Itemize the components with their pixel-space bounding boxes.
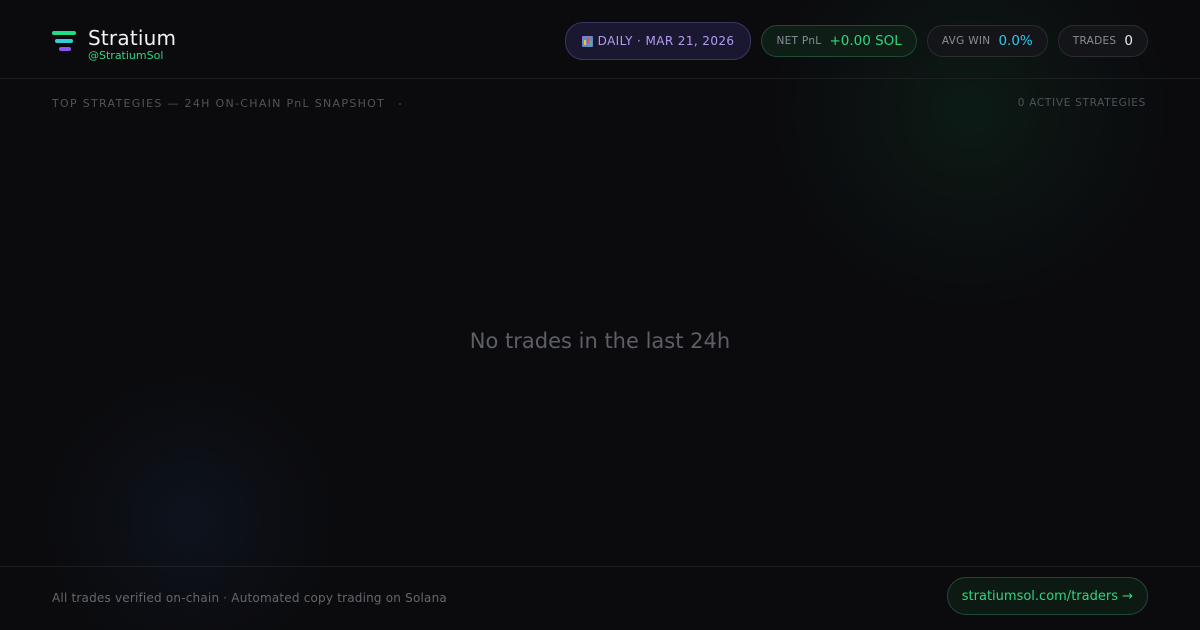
brand-text: Stratium @StratiumSol xyxy=(88,27,176,62)
footer-note: All trades verified on-chain · Automated… xyxy=(52,591,447,605)
avg-win-value: 0.0% xyxy=(998,33,1033,49)
net-pnl-label: NET PnL xyxy=(776,35,822,47)
avg-win-pill: AVG WIN 0.0% xyxy=(926,25,1048,57)
date-pill-text: DAILY · MAR 21, 2026 xyxy=(597,34,735,48)
section-title-text: TOP STRATEGIES — 24H ON-CHAIN PnL SNAPSH… xyxy=(52,96,386,110)
footer: All trades verified on-chain · Automated… xyxy=(0,566,1200,630)
net-pnl-pill: NET PnL +0.00 SOL xyxy=(761,25,917,57)
date-pill: DAILY · MAR 21, 2026 xyxy=(564,22,752,60)
trades-label: TRADES xyxy=(1072,35,1117,47)
stats-pills: DAILY · MAR 21, 2026 NET PnL +0.00 SOL A… xyxy=(555,22,1148,60)
logo-bar-middle xyxy=(55,39,73,43)
trades-value: 0 xyxy=(1124,33,1133,49)
traders-link[interactable]: stratiumsol.com/traders → xyxy=(946,577,1148,615)
trades-pill: TRADES 0 xyxy=(1057,25,1148,57)
brand-handle: @StratiumSol xyxy=(88,49,164,62)
snapshot-card: Stratium @StratiumSol DAILY · MAR 21, 20… xyxy=(0,0,1200,630)
net-pnl-value: +0.00 SOL xyxy=(829,33,902,49)
header: Stratium @StratiumSol DAILY · MAR 21, 20… xyxy=(0,0,1200,79)
logo-bar-top xyxy=(52,31,76,35)
section-title: TOP STRATEGIES — 24H ON-CHAIN PnL SNAPSH… xyxy=(52,96,402,110)
logo-bar-bottom xyxy=(59,47,71,51)
separator-dot xyxy=(399,102,402,105)
active-strategies-count: 0 ACTIVE STRATEGIES xyxy=(1017,97,1146,109)
stratium-logo-icon xyxy=(52,31,78,57)
brand-name: Stratium xyxy=(88,26,177,50)
brand: Stratium @StratiumSol xyxy=(52,27,176,62)
empty-state-message: No trades in the last 24h xyxy=(469,329,731,353)
avg-win-label: AVG WIN xyxy=(941,35,991,47)
section-header: TOP STRATEGIES — 24H ON-CHAIN PnL SNAPSH… xyxy=(52,96,1146,110)
bar-chart-icon xyxy=(581,35,593,47)
